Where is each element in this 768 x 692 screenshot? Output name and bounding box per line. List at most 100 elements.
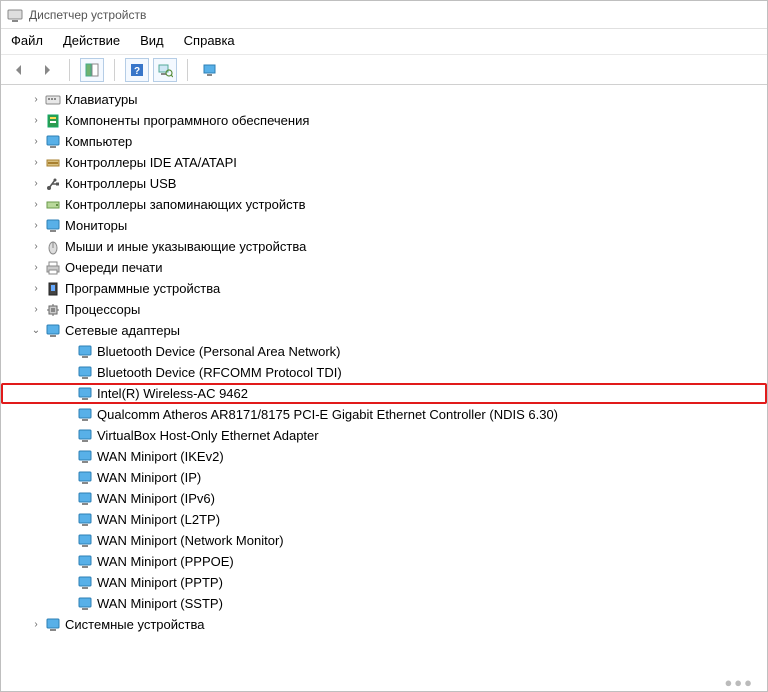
tree-device-item[interactable]: VirtualBox Host-Only Ethernet Adapter: [1, 425, 767, 446]
tree-device-item[interactable]: WAN Miniport (Network Monitor): [1, 530, 767, 551]
tree-device-item[interactable]: WAN Miniport (PPTP): [1, 572, 767, 593]
network-adapter-icon: [77, 491, 93, 507]
tree-category-software-devices[interactable]: › Программные устройства: [1, 278, 767, 299]
chevron-right-icon[interactable]: ›: [29, 241, 43, 252]
tree-category-mice[interactable]: › Мыши и иные указывающие устройства: [1, 236, 767, 257]
chevron-right-icon[interactable]: ›: [29, 304, 43, 315]
device-label: WAN Miniport (PPPOE): [97, 554, 234, 569]
monitor-icon: [45, 218, 61, 234]
tree-category-usb[interactable]: ›Контроллеры USB: [1, 173, 767, 194]
monitor-icon: [45, 134, 61, 150]
chevron-right-icon[interactable]: ›: [29, 178, 43, 189]
tree-category-storage[interactable]: › Контроллеры запоминающих устройств: [1, 194, 767, 215]
tree-device-item[interactable]: WAN Miniport (PPPOE): [1, 551, 767, 572]
chevron-right-icon[interactable]: ›: [29, 619, 43, 630]
device-label: WAN Miniport (Network Monitor): [97, 533, 284, 548]
svg-text:?: ?: [134, 66, 140, 77]
component-icon: [45, 113, 61, 129]
category-label: Программные устройства: [65, 281, 220, 296]
chevron-right-icon[interactable]: ›: [29, 262, 43, 273]
toolbar-separator: [187, 59, 188, 81]
resize-grip-icon: ●●●: [724, 675, 754, 690]
tree-device-item[interactable]: Bluetooth Device (RFCOMM Protocol TDI): [1, 362, 767, 383]
chevron-right-icon[interactable]: ›: [29, 157, 43, 168]
network-adapter-icon: [77, 344, 93, 360]
monitor-icon: [45, 617, 61, 633]
device-label: WAN Miniport (IPv6): [97, 491, 215, 506]
scan-hardware-button[interactable]: [153, 58, 177, 82]
network-adapter-icon: [77, 575, 93, 591]
tree-category-ide-ata[interactable]: ›Контроллеры IDE ATA/ATAPI: [1, 152, 767, 173]
chevron-right-icon[interactable]: ›: [29, 136, 43, 147]
category-label: Клавиатуры: [65, 92, 138, 107]
device-manager-icon: [7, 7, 23, 23]
chevron-right-icon[interactable]: ›: [29, 199, 43, 210]
tree-device-item[interactable]: WAN Miniport (IKEv2): [1, 446, 767, 467]
show-hide-tree-button[interactable]: [80, 58, 104, 82]
menu-view[interactable]: Вид: [140, 33, 164, 48]
category-label: Процессоры: [65, 302, 140, 317]
device-label: WAN Miniport (SSTP): [97, 596, 223, 611]
tree-device-item[interactable]: WAN Miniport (IP): [1, 467, 767, 488]
network-adapter-icon: [77, 407, 93, 423]
tree-category-software-components[interactable]: › Компоненты программного обеспечения: [1, 110, 767, 131]
network-adapter-icon: [77, 596, 93, 612]
cpu-icon: [45, 302, 61, 318]
menu-bar: Файл Действие Вид Справка: [1, 29, 767, 55]
device-label: Bluetooth Device (RFCOMM Protocol TDI): [97, 365, 342, 380]
device-label: VirtualBox Host-Only Ethernet Adapter: [97, 428, 319, 443]
toolbar-separator: [114, 59, 115, 81]
tree-category-network-adapters[interactable]: ⌄ Сетевые адаптеры: [1, 320, 767, 341]
keyboard-icon: [45, 92, 61, 108]
ide-icon: [45, 155, 61, 171]
tree-device-item[interactable]: Intel(R) Wireless-AC 9462: [1, 383, 767, 404]
menu-file[interactable]: Файл: [11, 33, 43, 48]
network-adapter-icon: [77, 554, 93, 570]
category-label: Мониторы: [65, 218, 127, 233]
chevron-right-icon[interactable]: ›: [29, 283, 43, 294]
network-adapter-icon: [77, 470, 93, 486]
printer-icon: [45, 260, 61, 276]
network-adapter-icon: [77, 365, 93, 381]
chevron-right-icon[interactable]: ›: [29, 115, 43, 126]
chevron-right-icon[interactable]: ›: [29, 94, 43, 105]
category-label: Контроллеры запоминающих устройств: [65, 197, 305, 212]
network-icon: [45, 323, 61, 339]
software-icon: [45, 281, 61, 297]
back-button[interactable]: [7, 58, 31, 82]
help-button[interactable]: ?: [125, 58, 149, 82]
category-label: Очереди печати: [65, 260, 163, 275]
tree-device-item[interactable]: WAN Miniport (L2TP): [1, 509, 767, 530]
category-label: Компоненты программного обеспечения: [65, 113, 309, 128]
category-label: Системные устройства: [65, 617, 204, 632]
device-label: WAN Miniport (IKEv2): [97, 449, 224, 464]
forward-button[interactable]: [35, 58, 59, 82]
chevron-down-icon[interactable]: ⌄: [29, 325, 43, 336]
tree-category-processors[interactable]: › Процессоры: [1, 299, 767, 320]
tree-device-item[interactable]: WAN Miniport (SSTP): [1, 593, 767, 614]
tree-device-item[interactable]: Bluetooth Device (Personal Area Network): [1, 341, 767, 362]
toolbar: ?: [1, 55, 767, 85]
chevron-right-icon[interactable]: ›: [29, 220, 43, 231]
tree-device-item[interactable]: Qualcomm Atheros AR8171/8175 PCI-E Gigab…: [1, 404, 767, 425]
tree-category-system-devices[interactable]: › Системные устройства: [1, 614, 767, 635]
usb-icon: [45, 176, 61, 192]
device-label: WAN Miniport (IP): [97, 470, 201, 485]
category-label: Мыши и иные указывающие устройства: [65, 239, 306, 254]
network-adapter-icon: [77, 386, 93, 402]
update-driver-button[interactable]: [198, 58, 222, 82]
tree-category-keyboards[interactable]: › Клавиатуры: [1, 89, 767, 110]
menu-action[interactable]: Действие: [63, 33, 120, 48]
network-adapter-icon: [77, 449, 93, 465]
tree-category-computer[interactable]: ›Компьютер: [1, 131, 767, 152]
window-title: Диспетчер устройств: [29, 8, 146, 22]
tree-device-item[interactable]: WAN Miniport (IPv6): [1, 488, 767, 509]
tree-category-print-queues[interactable]: › Очереди печати: [1, 257, 767, 278]
tree-category-monitors[interactable]: › Мониторы: [1, 215, 767, 236]
device-label: Qualcomm Atheros AR8171/8175 PCI-E Gigab…: [97, 407, 558, 422]
category-label: Сетевые адаптеры: [65, 323, 180, 338]
menu-help[interactable]: Справка: [184, 33, 235, 48]
device-tree[interactable]: › Клавиатуры › Компоненты программного обес…: [1, 85, 767, 687]
device-label: Intel(R) Wireless-AC 9462: [97, 386, 248, 401]
device-label: WAN Miniport (PPTP): [97, 575, 223, 590]
